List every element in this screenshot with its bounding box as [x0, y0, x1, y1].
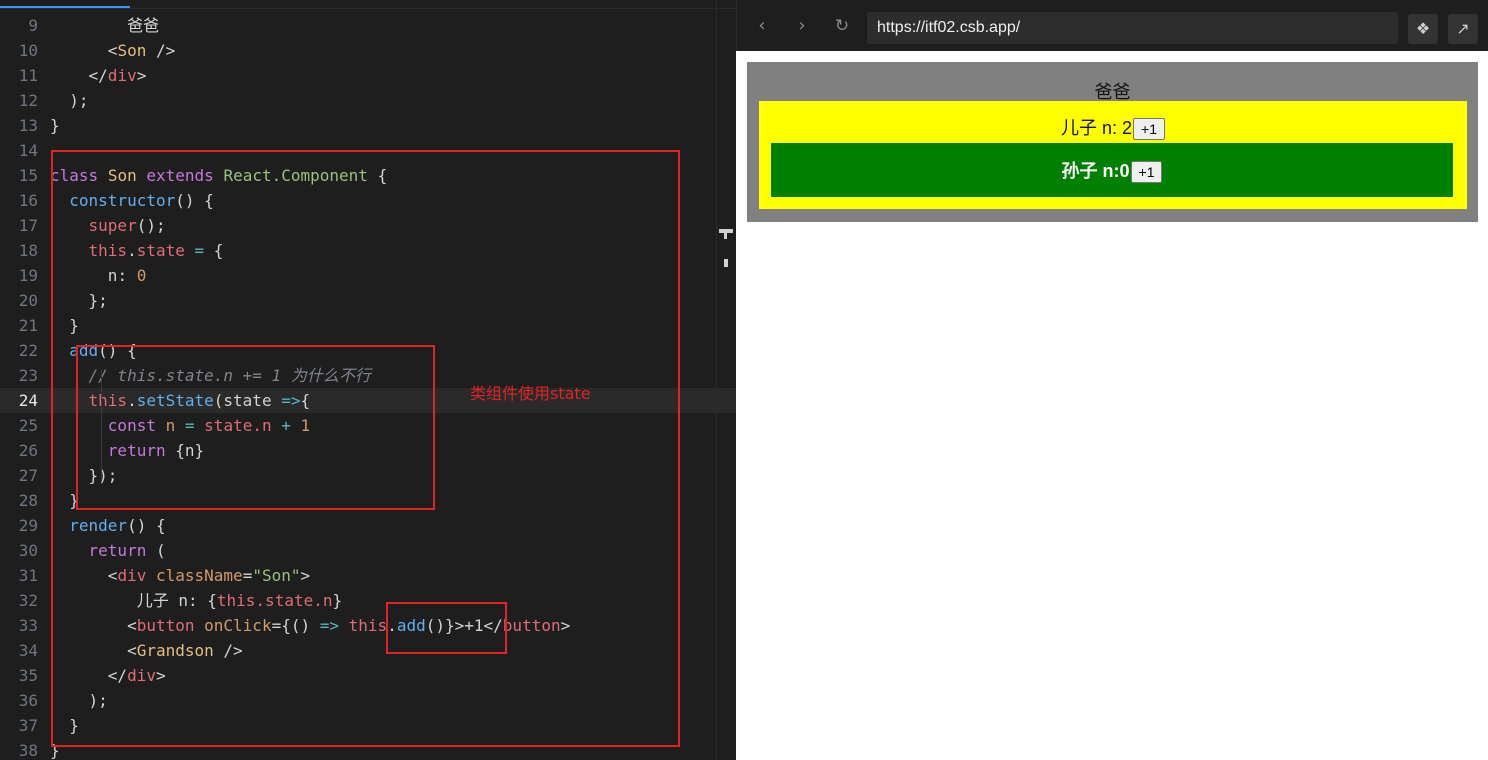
line-number: 29 [18, 516, 38, 535]
line-number: 23 [18, 366, 38, 385]
line-number: 34 [18, 641, 38, 660]
code-editor[interactable]: 9 爸爸 10 <Son /> 11 </div> 12 ); 13} 14 1… [0, 0, 736, 760]
line-number: 22 [18, 341, 38, 360]
line-number: 26 [18, 441, 38, 460]
line-number: 17 [18, 216, 38, 235]
code-text: </div> [50, 66, 147, 85]
code-line: 11 </div> [0, 63, 736, 88]
open-external-icon[interactable]: ↗ [1448, 14, 1478, 44]
page-viewport: 爸爸 儿子 n: 2 +1 孙子 n:0 +1 [736, 51, 1488, 760]
minimap-marker [724, 259, 728, 267]
line-number: 28 [18, 491, 38, 510]
line-number: 30 [18, 541, 38, 560]
line-number: 12 [18, 91, 38, 110]
preview-browser: ‹ › ↻ https://itf02.csb.app/ ❖ ↗ 爸爸 儿子 n… [736, 0, 1488, 760]
code-text: <Son /> [50, 41, 176, 60]
line-number: 9 [28, 16, 38, 35]
line-number: 10 [18, 41, 38, 60]
code-text: ); [50, 91, 89, 110]
son-increment-button[interactable]: +1 [1133, 118, 1165, 141]
line-number: 24 [18, 391, 38, 410]
code-text: } [50, 116, 60, 135]
line-number: 35 [18, 666, 38, 685]
line-number: 31 [18, 566, 38, 585]
browser-toolbar: ‹ › ↻ https://itf02.csb.app/ ❖ ↗ [736, 0, 1488, 51]
son-component: 儿子 n: 2 +1 孙子 n:0 +1 [759, 101, 1467, 209]
line-number: 11 [18, 66, 38, 85]
code-line: 9 爸爸 [0, 13, 736, 38]
code-line: 10 <Son /> [0, 38, 736, 63]
codesandbox-icon[interactable]: ❖ [1408, 14, 1438, 44]
line-number: 20 [18, 291, 38, 310]
dad-component: 爸爸 儿子 n: 2 +1 孙子 n:0 +1 [747, 62, 1478, 222]
son-row: 儿子 n: 2 +1 [759, 114, 1467, 141]
line-number: 15 [18, 166, 38, 185]
line-number: 16 [18, 191, 38, 210]
code-line: 12 ); [0, 88, 736, 113]
son-label: 儿子 n: 2 [1061, 118, 1133, 138]
chevron-left-icon[interactable]: ‹ [751, 15, 773, 37]
editor-tab-bar [0, 0, 736, 9]
grandson-component: 孙子 n:0 +1 [771, 143, 1453, 197]
line-number: 25 [18, 416, 38, 435]
grandson-label: 孙子 n:0 [1061, 161, 1130, 181]
this-add-highlight-box [386, 602, 507, 654]
grandson-increment-button[interactable]: +1 [1130, 161, 1163, 184]
line-number: 27 [18, 466, 38, 485]
minimap-marker [724, 229, 727, 239]
grandson-row: 孙子 n:0 +1 [771, 157, 1453, 184]
line-number: 14 [18, 141, 38, 160]
code-line: 13} [0, 113, 736, 138]
line-number: 21 [18, 316, 38, 335]
add-method-highlight-box [76, 345, 435, 510]
annotation-text: 类组件使用state [470, 384, 591, 403]
refresh-icon[interactable]: ↻ [831, 15, 853, 37]
line-number: 13 [18, 116, 38, 135]
line-number: 33 [18, 616, 38, 635]
url-bar[interactable]: https://itf02.csb.app/ [867, 12, 1398, 44]
line-number: 19 [18, 266, 38, 285]
line-number: 32 [18, 591, 38, 610]
line-number: 38 [18, 741, 38, 760]
line-number: 37 [18, 716, 38, 735]
line-number: 36 [18, 691, 38, 710]
code-text: 爸爸 [127, 16, 160, 35]
chevron-right-icon[interactable]: › [791, 15, 813, 37]
line-number: 18 [18, 241, 38, 260]
